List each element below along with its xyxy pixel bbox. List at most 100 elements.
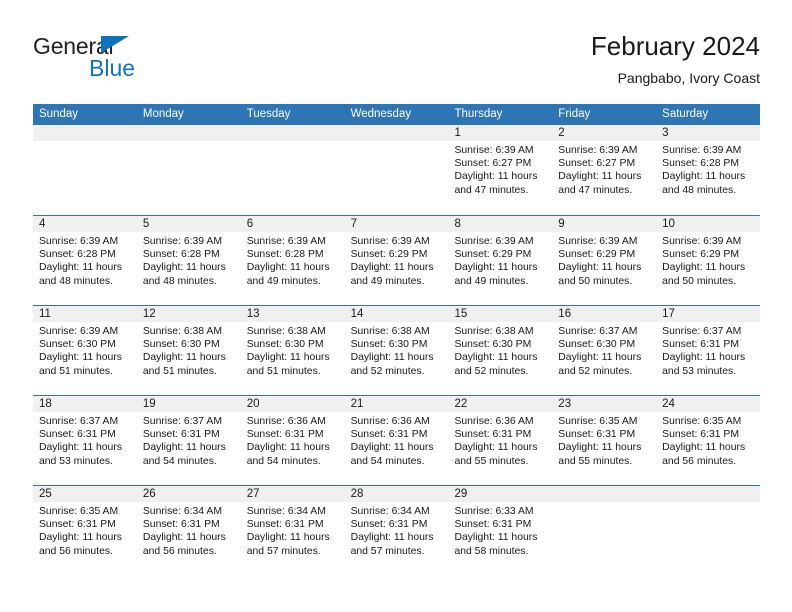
daylight-text-line2: and 54 minutes. bbox=[350, 455, 425, 467]
sunset-text: Sunset: 6:28 PM bbox=[246, 249, 324, 261]
day-cell[interactable]: 19 Sunrise: 6:37 AM Sunset: 6:31 PM Dayl… bbox=[136, 396, 241, 485]
day-cell[interactable]: 2 Sunrise: 6:39 AM Sunset: 6:27 PM Dayli… bbox=[552, 125, 657, 215]
daylight-text-line1: Daylight: 11 hours bbox=[454, 262, 538, 274]
day-cell[interactable]: 18 Sunrise: 6:37 AM Sunset: 6:31 PM Dayl… bbox=[33, 396, 137, 485]
day-cell[interactable]: 11 Sunrise: 6:39 AM Sunset: 6:30 PM Dayl… bbox=[33, 306, 137, 395]
day-cell[interactable]: 10 Sunrise: 6:39 AM Sunset: 6:29 PM Dayl… bbox=[656, 216, 761, 305]
day-number: 24 bbox=[656, 396, 761, 412]
day-details: Sunrise: 6:36 AM Sunset: 6:31 PM Dayligh… bbox=[448, 412, 552, 468]
sunrise-text: Sunrise: 6:36 AM bbox=[454, 416, 534, 427]
week-row: 11 Sunrise: 6:39 AM Sunset: 6:30 PM Dayl… bbox=[33, 305, 761, 395]
day-cell[interactable]: 17 Sunrise: 6:37 AM Sunset: 6:31 PM Dayl… bbox=[656, 306, 761, 395]
day-cell[interactable]: 8 Sunrise: 6:39 AM Sunset: 6:29 PM Dayli… bbox=[448, 216, 553, 305]
weekday-header-saturday: Saturday bbox=[662, 108, 709, 120]
day-cell[interactable]: 13 Sunrise: 6:38 AM Sunset: 6:30 PM Dayl… bbox=[240, 306, 345, 395]
triangle-logo-icon bbox=[101, 36, 129, 53]
day-cell[interactable]: 22 Sunrise: 6:36 AM Sunset: 6:31 PM Dayl… bbox=[448, 396, 553, 485]
day-cell[interactable]: 21 Sunrise: 6:36 AM Sunset: 6:31 PM Dayl… bbox=[344, 396, 449, 485]
day-cell[interactable]: 27 Sunrise: 6:34 AM Sunset: 6:31 PM Dayl… bbox=[240, 486, 345, 575]
daylight-text-line1: Daylight: 11 hours bbox=[246, 352, 330, 364]
daylight-text-line2: and 52 minutes. bbox=[350, 365, 425, 377]
weekday-header-monday: Monday bbox=[142, 108, 184, 120]
sunset-text: Sunset: 6:28 PM bbox=[662, 158, 739, 170]
day-cell[interactable]: 3 Sunrise: 6:39 AM Sunset: 6:28 PM Dayli… bbox=[656, 125, 761, 215]
week-row: 4 Sunrise: 6:39 AM Sunset: 6:28 PM Dayli… bbox=[33, 215, 761, 305]
day-details: Sunrise: 6:38 AM Sunset: 6:30 PM Dayligh… bbox=[448, 322, 552, 378]
sunrise-text: Sunrise: 6:39 AM bbox=[454, 236, 534, 247]
daylight-text-line1: Daylight: 11 hours bbox=[246, 442, 330, 454]
sunset-text: Sunset: 6:31 PM bbox=[662, 339, 739, 351]
day-cell[interactable]: 9 Sunrise: 6:39 AM Sunset: 6:29 PM Dayli… bbox=[552, 216, 657, 305]
sunrise-text: Sunrise: 6:39 AM bbox=[662, 236, 742, 247]
day-number bbox=[240, 125, 345, 141]
day-number: 18 bbox=[33, 396, 137, 412]
day-number: 28 bbox=[344, 486, 449, 502]
day-cell[interactable]: 20 Sunrise: 6:36 AM Sunset: 6:31 PM Dayl… bbox=[240, 396, 345, 485]
sunrise-text: Sunrise: 6:39 AM bbox=[246, 236, 326, 247]
day-cell[interactable]: 12 Sunrise: 6:38 AM Sunset: 6:30 PM Dayl… bbox=[136, 306, 241, 395]
sunrise-text: Sunrise: 6:39 AM bbox=[350, 236, 430, 247]
day-details bbox=[656, 502, 760, 505]
day-number: 2 bbox=[552, 125, 657, 141]
day-cell[interactable]: 5 Sunrise: 6:39 AM Sunset: 6:28 PM Dayli… bbox=[136, 216, 241, 305]
daylight-text-line1: Daylight: 11 hours bbox=[39, 352, 122, 364]
day-details: Sunrise: 6:34 AM Sunset: 6:31 PM Dayligh… bbox=[345, 502, 449, 558]
daylight-text-line1: Daylight: 11 hours bbox=[142, 442, 226, 454]
day-number: 15 bbox=[448, 306, 553, 322]
sunset-text: Sunset: 6:27 PM bbox=[558, 158, 636, 170]
daylight-text-line2: and 56 minutes. bbox=[39, 545, 113, 557]
daylight-text-line2: and 52 minutes. bbox=[558, 365, 633, 377]
sunrise-text: Sunrise: 6:39 AM bbox=[662, 145, 742, 156]
day-details: Sunrise: 6:38 AM Sunset: 6:30 PM Dayligh… bbox=[137, 322, 241, 378]
day-cell[interactable]: 1 Sunrise: 6:39 AM Sunset: 6:27 PM Dayli… bbox=[448, 125, 553, 215]
daylight-text-line1: Daylight: 11 hours bbox=[454, 171, 538, 183]
sunset-text: Sunset: 6:30 PM bbox=[454, 339, 532, 351]
weekday-header-thursday: Thursday bbox=[454, 108, 503, 120]
day-cell[interactable]: 25 Sunrise: 6:35 AM Sunset: 6:31 PM Dayl… bbox=[33, 486, 137, 575]
day-details: Sunrise: 6:34 AM Sunset: 6:31 PM Dayligh… bbox=[137, 502, 241, 558]
sunset-text: Sunset: 6:28 PM bbox=[142, 249, 220, 261]
sunrise-text: Sunrise: 6:38 AM bbox=[142, 326, 222, 337]
sunrise-text: Sunrise: 6:39 AM bbox=[454, 145, 534, 156]
sunset-text: Sunset: 6:30 PM bbox=[350, 339, 428, 351]
daylight-text-line2: and 57 minutes. bbox=[350, 545, 425, 557]
day-cell[interactable]: 24 Sunrise: 6:35 AM Sunset: 6:31 PM Dayl… bbox=[656, 396, 761, 485]
day-number: 27 bbox=[240, 486, 345, 502]
day-cell[interactable]: 23 Sunrise: 6:35 AM Sunset: 6:31 PM Dayl… bbox=[552, 396, 657, 485]
day-number: 25 bbox=[33, 486, 137, 502]
daylight-text-line2: and 51 minutes. bbox=[142, 365, 217, 377]
daylight-text-line1: Daylight: 11 hours bbox=[662, 442, 746, 454]
daylight-text-line2: and 56 minutes. bbox=[662, 455, 737, 467]
day-number: 17 bbox=[656, 306, 761, 322]
sunrise-text: Sunrise: 6:38 AM bbox=[454, 326, 534, 337]
day-details: Sunrise: 6:39 AM Sunset: 6:28 PM Dayligh… bbox=[656, 141, 760, 197]
day-cell[interactable]: 6 Sunrise: 6:39 AM Sunset: 6:28 PM Dayli… bbox=[240, 216, 345, 305]
sunrise-text: Sunrise: 6:39 AM bbox=[142, 236, 222, 247]
day-cell[interactable]: 26 Sunrise: 6:34 AM Sunset: 6:31 PM Dayl… bbox=[136, 486, 241, 575]
daylight-text-line2: and 55 minutes. bbox=[558, 455, 633, 467]
day-cell[interactable]: 29 Sunrise: 6:33 AM Sunset: 6:31 PM Dayl… bbox=[448, 486, 553, 575]
daylight-text-line2: and 56 minutes. bbox=[142, 545, 217, 557]
day-number bbox=[552, 486, 657, 502]
sunrise-text: Sunrise: 6:37 AM bbox=[558, 326, 638, 337]
daylight-text-line1: Daylight: 11 hours bbox=[558, 442, 642, 454]
sunset-text: Sunset: 6:31 PM bbox=[246, 429, 324, 441]
sunrise-text: Sunrise: 6:39 AM bbox=[558, 145, 638, 156]
daylight-text-line2: and 57 minutes. bbox=[246, 545, 321, 557]
day-cell[interactable]: 7 Sunrise: 6:39 AM Sunset: 6:29 PM Dayli… bbox=[344, 216, 449, 305]
day-cell[interactable]: 28 Sunrise: 6:34 AM Sunset: 6:31 PM Dayl… bbox=[344, 486, 449, 575]
brand-logo[interactable]: General Blue bbox=[33, 34, 233, 90]
daylight-text-line1: Daylight: 11 hours bbox=[454, 352, 538, 364]
day-details bbox=[552, 502, 656, 505]
day-details: Sunrise: 6:39 AM Sunset: 6:29 PM Dayligh… bbox=[552, 232, 656, 288]
daylight-text-line2: and 48 minutes. bbox=[39, 275, 113, 287]
day-cell[interactable]: 14 Sunrise: 6:38 AM Sunset: 6:30 PM Dayl… bbox=[344, 306, 449, 395]
day-details: Sunrise: 6:35 AM Sunset: 6:31 PM Dayligh… bbox=[656, 412, 760, 468]
daylight-text-line1: Daylight: 11 hours bbox=[662, 171, 746, 183]
sunset-text: Sunset: 6:31 PM bbox=[246, 519, 324, 531]
day-cell[interactable]: 15 Sunrise: 6:38 AM Sunset: 6:30 PM Dayl… bbox=[448, 306, 553, 395]
day-cell[interactable]: 4 Sunrise: 6:39 AM Sunset: 6:28 PM Dayli… bbox=[33, 216, 137, 305]
daylight-text-line1: Daylight: 11 hours bbox=[350, 262, 434, 274]
day-cell[interactable]: 16 Sunrise: 6:37 AM Sunset: 6:30 PM Dayl… bbox=[552, 306, 657, 395]
daylight-text-line1: Daylight: 11 hours bbox=[246, 262, 330, 274]
